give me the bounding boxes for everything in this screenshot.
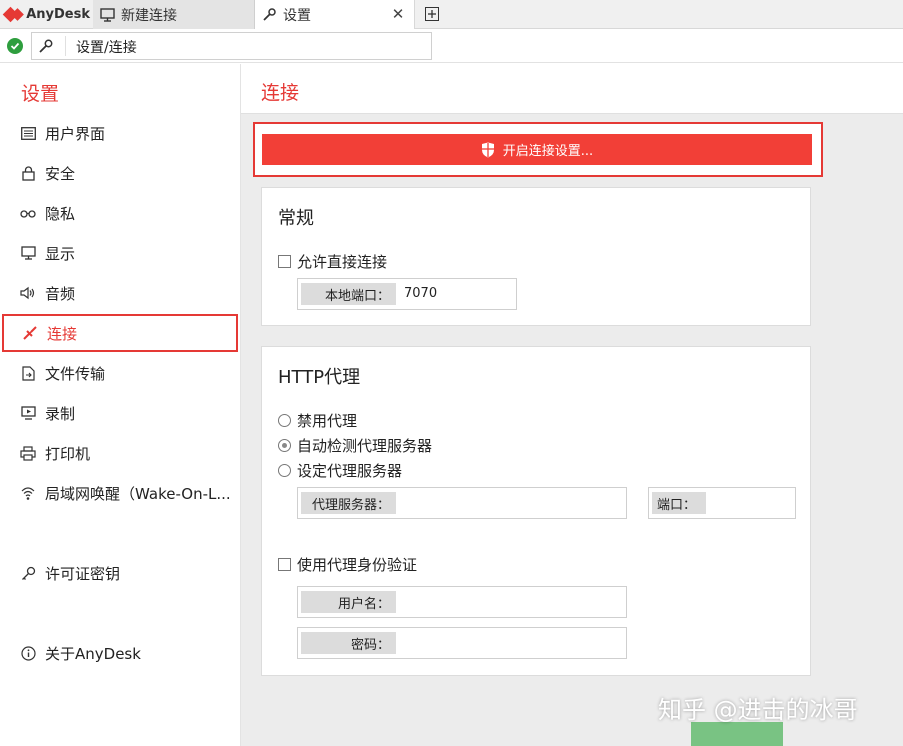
printer-icon	[20, 445, 36, 461]
panel-title: 常规	[278, 208, 314, 229]
allow-direct-checkbox[interactable]: 允许直接连接	[278, 251, 387, 272]
ui-icon	[20, 125, 36, 141]
speaker-icon	[20, 285, 36, 301]
sidebar-item-printer[interactable]: 打印机	[2, 434, 238, 472]
green-overlay-bar	[691, 722, 783, 746]
sidebar-item-security[interactable]: 安全	[2, 154, 238, 192]
panel-title: HTTP代理	[278, 367, 361, 388]
sidebar-item-ui[interactable]: 用户界面	[2, 114, 238, 152]
radio-disable-proxy[interactable]: 禁用代理	[278, 410, 357, 431]
sidebar-item-label: 连接	[47, 324, 78, 343]
sidebar-item-about[interactable]: 关于AnyDesk	[2, 634, 238, 672]
checkbox-label: 使用代理身份验证	[297, 556, 418, 574]
app-name: AnyDesk	[26, 7, 90, 22]
sidebar-item-privacy[interactable]: 隐私	[2, 194, 238, 232]
page-title: 连接	[261, 82, 300, 104]
address-path: 设置/连接	[76, 40, 137, 56]
password-field[interactable]: 密码：	[297, 627, 627, 659]
glasses-icon	[20, 205, 36, 221]
tab-label: 设置	[283, 7, 311, 24]
lock-icon	[20, 165, 36, 181]
radio-set-proxy[interactable]: 设定代理服务器	[278, 460, 402, 481]
tab-bar: AnyDesk 新建连接 设置 ✕	[0, 0, 903, 29]
display-icon	[20, 245, 36, 261]
sidebar-item-display[interactable]: 显示	[2, 234, 238, 272]
checkbox-box[interactable]	[278, 558, 291, 571]
key-icon	[20, 565, 36, 581]
sidebar-item-audio[interactable]: 音频	[2, 274, 238, 312]
field-label: 端口：	[652, 492, 706, 514]
unlock-button-label: 开启连接设置...	[502, 144, 594, 159]
field-label: 用户名：	[301, 591, 396, 613]
general-panel: 常规 允许直接连接 本地端口： 7070	[261, 187, 811, 326]
sidebar-item-license-key[interactable]: 许可证密钥	[2, 554, 238, 592]
watermark-text: 知乎 @进击的冰哥	[658, 696, 858, 724]
file-transfer-icon	[20, 365, 36, 381]
sidebar-item-label: 关于AnyDesk	[45, 644, 141, 663]
address-bar: 设置/连接	[0, 29, 903, 63]
sidebar-item-label: 安全	[45, 164, 76, 183]
monitor-icon	[99, 7, 115, 23]
radio-button[interactable]	[278, 414, 291, 427]
anydesk-logo-icon	[2, 6, 24, 22]
unlock-settings-button[interactable]: 开启连接设置...	[262, 134, 812, 165]
sidebar-item-label: 音频	[45, 284, 76, 303]
username-field[interactable]: 用户名：	[297, 586, 627, 618]
local-port-value: 7070	[404, 286, 438, 301]
sidebar-item-label: 文件传输	[45, 364, 106, 383]
sidebar-item-label: 录制	[45, 404, 76, 423]
wrench-icon	[261, 7, 277, 23]
anydesk-brand[interactable]: AnyDesk	[0, 0, 90, 29]
shield-icon	[481, 142, 495, 158]
radio-button[interactable]	[278, 464, 291, 477]
settings-sidebar: 设置 用户界面 安全 隐私 显示 音频 连接 文件传输 录制 打印机 局域网唤醒…	[0, 64, 241, 746]
tab-settings[interactable]: 设置 ✕	[255, 0, 415, 29]
radio-label: 禁用代理	[297, 412, 358, 430]
http-proxy-panel: HTTP代理 禁用代理 自动检测代理服务器 设定代理服务器 代理服务器： 端口：…	[261, 346, 811, 676]
field-label: 密码：	[301, 632, 396, 654]
radio-button-selected[interactable]	[278, 439, 291, 452]
sidebar-item-label: 用户界面	[45, 124, 106, 143]
close-tab-icon[interactable]: ✕	[390, 6, 406, 22]
info-icon	[20, 645, 36, 661]
radio-label: 设定代理服务器	[297, 462, 403, 480]
address-input[interactable]: 设置/连接	[31, 32, 432, 60]
new-tab-icon[interactable]	[423, 5, 441, 23]
sidebar-item-wake-on-lan[interactable]: 局域网唤醒（Wake-On-L...	[2, 474, 238, 512]
sidebar-item-label: 显示	[45, 244, 76, 263]
unlock-highlight: 开启连接设置...	[253, 122, 823, 177]
wifi-icon	[20, 485, 36, 501]
wrench-icon	[38, 38, 56, 56]
radio-auto-detect-proxy[interactable]: 自动检测代理服务器	[278, 435, 432, 456]
connection-icon	[22, 325, 38, 341]
sidebar-item-label: 局域网唤醒（Wake-On-L...	[45, 484, 231, 503]
tab-label: 新建连接	[121, 7, 177, 24]
sidebar-title: 设置	[21, 83, 60, 105]
settings-main: 连接 开启连接设置... 常规 允许直接连接 本地端口： 7070 HTTP代理…	[241, 64, 903, 746]
status-ok-icon	[7, 38, 23, 54]
checkbox-box[interactable]	[278, 255, 291, 268]
local-port-field[interactable]: 本地端口： 7070	[297, 278, 517, 310]
tab-new-connection[interactable]: 新建连接	[93, 0, 255, 29]
sidebar-item-connection[interactable]: 连接	[2, 314, 238, 352]
proxy-port-field[interactable]: 端口：	[648, 487, 796, 519]
field-label: 代理服务器：	[301, 492, 396, 514]
checkbox-label: 允许直接连接	[297, 253, 388, 271]
sidebar-item-label: 打印机	[45, 444, 91, 463]
proxy-auth-checkbox[interactable]: 使用代理身份验证	[278, 554, 417, 575]
sidebar-item-label: 许可证密钥	[45, 564, 121, 583]
proxy-server-field[interactable]: 代理服务器：	[297, 487, 627, 519]
radio-label: 自动检测代理服务器	[297, 437, 433, 455]
recording-icon	[20, 405, 36, 421]
field-label: 本地端口：	[301, 283, 396, 305]
sidebar-item-file-transfer[interactable]: 文件传输	[2, 354, 238, 392]
divider	[65, 36, 66, 56]
sidebar-item-recording[interactable]: 录制	[2, 394, 238, 432]
sidebar-item-label: 隐私	[45, 204, 76, 223]
main-header: 连接	[241, 64, 903, 114]
